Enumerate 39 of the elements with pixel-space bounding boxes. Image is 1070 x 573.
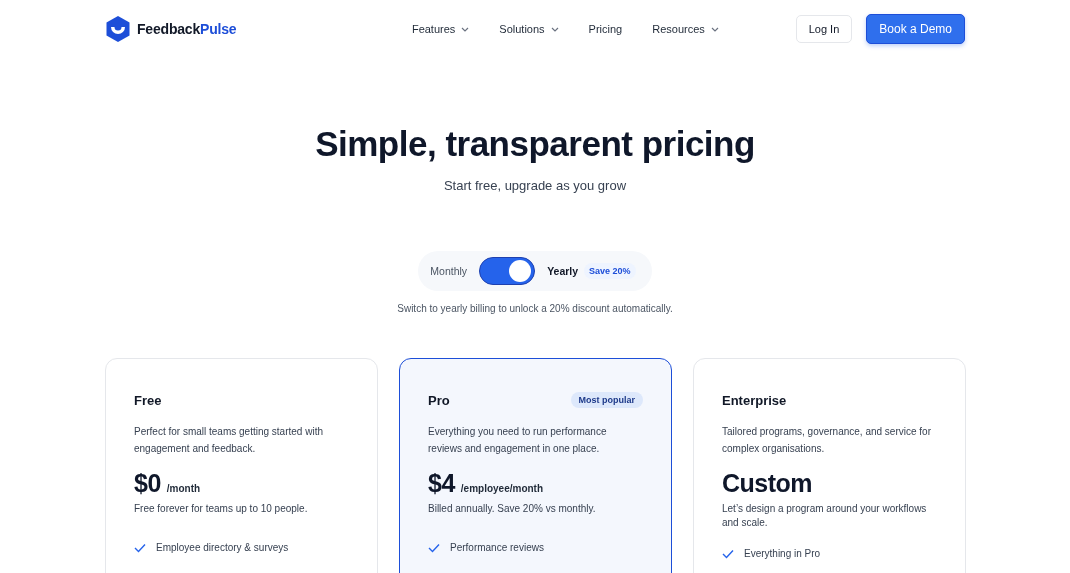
check-icon — [722, 548, 734, 559]
price-unit: /month — [166, 483, 201, 494]
plan-description: Tailored programs, governance, and service for complex organisations. — [722, 425, 932, 456]
plan-price: $4 — [428, 469, 455, 498]
logo-icon — [105, 15, 131, 43]
brand-name[interactable]: FeedbackPulse — [137, 21, 237, 37]
monthly-label: Monthly — [430, 265, 468, 277]
plan-price: $0 — [134, 469, 161, 498]
page-heading: Simple, transparent pricing — [315, 124, 755, 164]
plan-name: Pro — [428, 392, 450, 408]
discount-badge: Save 20% — [584, 263, 636, 279]
price-note: Billed annually. Save 20% vs monthly. — [428, 502, 597, 516]
nav-link[interactable]: Solutions — [499, 23, 559, 35]
nav-link[interactable]: Resources — [652, 23, 719, 35]
popular-badge: Most popular — [570, 392, 643, 408]
subtitle: Start free, upgrade as you grow — [443, 178, 627, 193]
book-demo-button[interactable]: Book a Demo — [866, 14, 965, 44]
check-icon — [428, 542, 440, 553]
billing-note: Switch to yearly billing to unlock a 20% discount automatically. — [397, 303, 673, 314]
price-note: Let’s design a program around your workflows and scale. — [722, 502, 928, 530]
feature-item: Everything in Pro — [744, 548, 821, 559]
check-icon — [134, 542, 146, 553]
plan-description: Perfect for small teams getting started with engagement and feedback. — [134, 425, 324, 456]
plan-description: Everything you need to run performance reviews and engagement in one place. — [428, 425, 608, 456]
plan-price: Custom — [722, 469, 813, 498]
price-note: Free forever for teams up to 10 people. — [134, 502, 309, 516]
plan-name: Enterprise — [722, 392, 787, 408]
chevron-down-icon — [461, 26, 470, 32]
billing-switch[interactable] — [479, 257, 536, 285]
yearly-label: Yearly — [547, 265, 579, 277]
nav-link[interactable]: Features — [411, 23, 470, 35]
price-unit: /employee/month — [460, 483, 544, 494]
feature-item: Employee directory & surveys — [156, 542, 289, 553]
chevron-down-icon — [550, 26, 559, 32]
chevron-down-icon — [710, 26, 719, 32]
login-button[interactable]: Log In — [795, 15, 853, 43]
nav-link[interactable]: Pricing — [588, 23, 623, 35]
feature-item: Performance reviews — [450, 542, 544, 553]
plan-name: Free — [134, 392, 162, 408]
